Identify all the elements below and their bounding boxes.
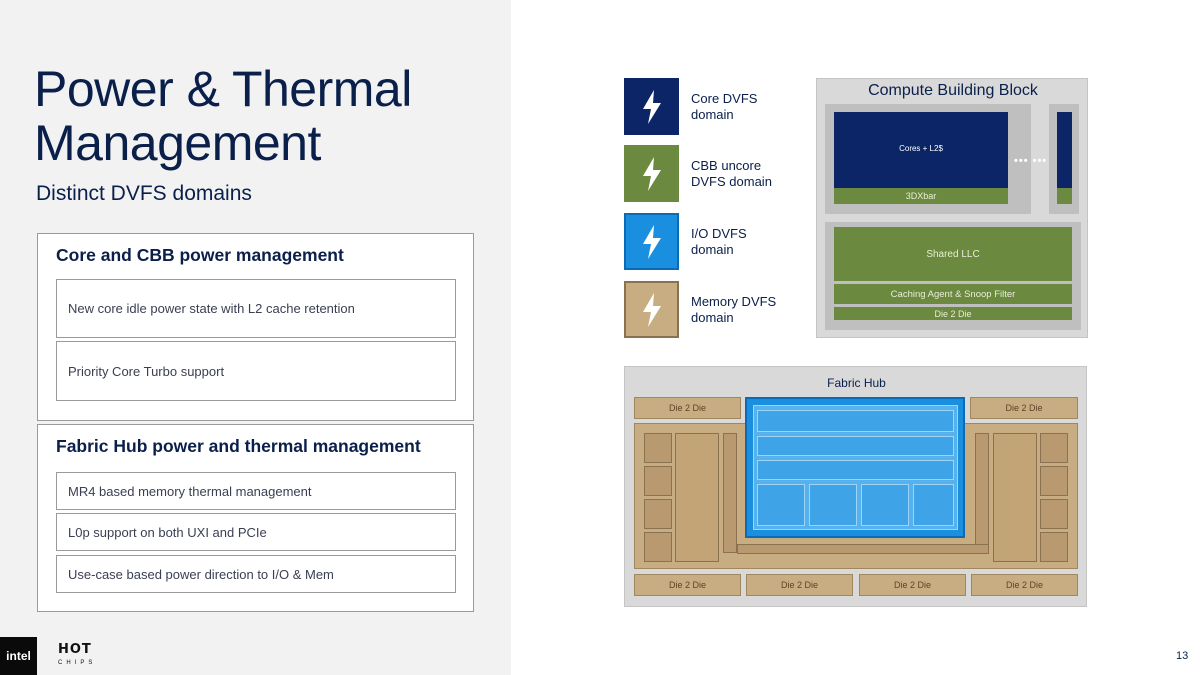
core-dvfs-swatch (624, 78, 679, 135)
memory-controller-block (644, 532, 672, 562)
memory-controller-block (644, 499, 672, 529)
memory-dvfs-label: Memory DVFS domain (691, 294, 777, 325)
die-2-die-block: Die 2 Die (746, 574, 853, 596)
section-core-cbb: Core and CBB power management New core i… (37, 233, 474, 421)
title-line-1: Power & Thermal (34, 61, 412, 117)
io-ctrl-block (757, 484, 805, 526)
slide-title: Power & Thermal Management (34, 62, 412, 170)
section-heading: Core and CBB power management (56, 245, 344, 265)
memory-controller-block (1040, 466, 1068, 496)
list-item: MR4 based memory thermal management (56, 472, 456, 510)
memory-controller-block (644, 466, 672, 496)
fabric-hub-title: Fabric Hub (827, 376, 886, 390)
memory-channel-block (723, 433, 737, 553)
xbar-block-extra (1057, 188, 1072, 204)
die-2-die-block: Die 2 Die (634, 574, 741, 596)
io-ctrl-block (809, 484, 857, 526)
list-item: Use-case based power direction to I/O & … (56, 555, 456, 593)
lightning-icon (642, 292, 661, 327)
memory-controller-block (1040, 433, 1068, 463)
list-item: New core idle power state with L2 cache … (56, 279, 456, 338)
io-lane-block (757, 460, 954, 480)
memory-bus-block (737, 544, 989, 554)
die-2-die-block: Die 2 Die (970, 397, 1078, 419)
io-ctrl-block (913, 484, 954, 526)
memory-controller-block (1040, 532, 1068, 562)
memory-controller-block (1040, 499, 1068, 529)
memory-channel-block (975, 433, 989, 553)
hotchips-logo-bottom: CHIPS (58, 660, 97, 666)
title-line-2: Management (34, 115, 321, 171)
intel-logo: intel (0, 637, 37, 675)
memory-phy-block (675, 433, 719, 562)
hotchips-logo: HOT CHIPS (58, 643, 104, 669)
ellipsis-dots: ••• ••• (1014, 155, 1048, 167)
memory-controller-block (644, 433, 672, 463)
fabric-hub: Fabric Hub Die 2 Die Die 2 Die Die 2 Die… (624, 366, 1087, 607)
io-dvfs-label: I/O DVFS domain (691, 226, 747, 257)
list-item: Priority Core Turbo support (56, 341, 456, 401)
lightning-icon (642, 89, 661, 124)
slide-subtitle: Distinct DVFS domains (36, 182, 252, 205)
die-2-die-block: Die 2 Die (634, 397, 741, 419)
io-lane-block (757, 436, 954, 456)
page-number: 13 (1176, 650, 1189, 662)
io-fabric-region (745, 397, 965, 538)
compute-building-block: Compute Building Block Cores + L2$ 3DXba… (816, 78, 1088, 338)
die-2-die-block: Die 2 Die (859, 574, 966, 596)
section-heading: Fabric Hub power and thermal management (56, 436, 421, 456)
list-item: L0p support on both UXI and PCIe (56, 513, 456, 551)
io-dvfs-swatch (624, 213, 679, 270)
die-2-die-block: Die 2 Die (971, 574, 1078, 596)
die-2-die-block: Die 2 Die (834, 307, 1072, 320)
memory-phy-block (993, 433, 1037, 562)
cbb-uncore-swatch (624, 145, 679, 202)
memory-dvfs-swatch (624, 281, 679, 338)
cbb-uncore-label: CBB uncore DVFS domain (691, 158, 772, 189)
io-lane-block (757, 410, 954, 432)
xbar-block: 3DXbar (834, 188, 1008, 204)
lightning-icon (642, 156, 661, 191)
caching-agent-block: Caching Agent & Snoop Filter (834, 284, 1072, 304)
shared-llc-block: Shared LLC (834, 227, 1072, 281)
io-ctrl-block (861, 484, 909, 526)
cores-block: Cores + L2$ (834, 112, 1008, 188)
cbb-title: Compute Building Block (868, 82, 1038, 99)
lightning-icon (642, 224, 661, 259)
io-fabric-inner (753, 405, 958, 530)
section-fabric-hub: Fabric Hub power and thermal management … (37, 424, 474, 612)
cores-block-extra (1057, 112, 1072, 188)
hotchips-logo-top: HOT (58, 642, 92, 657)
core-dvfs-label: Core DVFS domain (691, 91, 758, 122)
